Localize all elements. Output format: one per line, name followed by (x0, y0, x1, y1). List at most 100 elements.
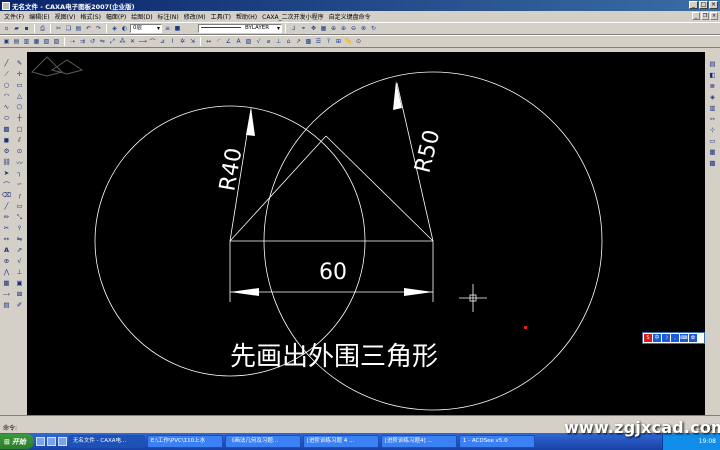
stretch-icon[interactable]: ⇲ (188, 37, 197, 46)
explode-icon[interactable]: ✲ (178, 37, 187, 46)
rect-select-icon[interactable]: ▢ (14, 124, 25, 134)
menu-caxa-dev[interactable]: CAXA_二次开发小程序 (262, 12, 324, 21)
clock[interactable]: 19:08 (699, 438, 716, 445)
break-tool-icon[interactable]: ⫯ (14, 223, 25, 233)
edit-tool-icon[interactable]: ✏ (1, 212, 12, 222)
task-acdsee[interactable]: 1 - ACDSee v5.0 (458, 435, 535, 448)
grid-icon[interactable]: ▦ (319, 24, 328, 33)
ortho-line-tool-icon[interactable]: ┐ (14, 168, 25, 178)
move-icon[interactable]: ⇢ (68, 37, 77, 46)
linestyle-icon[interactable]: ≣ (707, 81, 718, 91)
quicklaunch-ie-icon[interactable] (35, 437, 45, 446)
query-icon[interactable]: ? (324, 37, 333, 46)
erase-tool-icon[interactable]: ⌫ (1, 190, 12, 200)
menu-edit[interactable]: 编辑(E) (29, 12, 49, 21)
menu-draw[interactable]: 绘图(D) (131, 12, 152, 21)
layer-combo[interactable]: 0层 (130, 24, 162, 33)
paste-icon[interactable]: ▤ (74, 24, 83, 33)
symbol-tool-icon[interactable]: ⊕ (1, 256, 12, 266)
table-icon[interactable]: ▦ (32, 37, 41, 46)
ime-settings-icon[interactable]: ✿ (689, 334, 697, 342)
ime-moon-icon[interactable]: ☽ (662, 334, 670, 342)
query-tool-icon[interactable]: ▤ (1, 300, 12, 310)
block-icon[interactable]: ▩ (304, 37, 313, 46)
offset-tool-icon[interactable]: ⫽ (14, 135, 25, 145)
tolerance-icon[interactable]: ⌀ (264, 37, 273, 46)
text-style-icon[interactable]: ▥ (707, 103, 718, 113)
doc-restore-button[interactable]: ❐ (701, 12, 709, 20)
menu-file[interactable]: 文件(F) (4, 12, 24, 21)
quicklaunch-desktop-icon[interactable] (46, 437, 56, 446)
title-block-icon[interactable]: ▤ (12, 37, 21, 46)
rotate-icon[interactable]: ↺ (88, 37, 97, 46)
image-tool-icon[interactable]: ▣ (14, 278, 25, 288)
dim-tool-icon[interactable]: ↔ (1, 234, 12, 244)
chain-tool-icon[interactable]: ⛓ (1, 157, 12, 167)
menu-help[interactable]: 帮助(H) (236, 12, 257, 21)
parts-icon[interactable]: ▥ (22, 37, 31, 46)
sheet-icon[interactable]: ▭ (707, 136, 718, 146)
mirror-tool-icon[interactable]: ⇋ (14, 234, 25, 244)
dim-angle-icon[interactable]: ∠ (224, 37, 233, 46)
chamfer-tool-icon[interactable]: ╱ (1, 201, 12, 211)
spline-tool-icon[interactable]: ∿ (1, 102, 12, 112)
menu-page[interactable]: 幅面(P) (106, 12, 126, 21)
doc-close-button[interactable]: × (710, 12, 718, 20)
doc-minimize-button[interactable]: _ (692, 12, 700, 20)
property-icon[interactable]: ▤ (707, 59, 718, 69)
menu-format[interactable]: 格式(S) (80, 12, 101, 21)
frame-icon[interactable]: ▣ (2, 37, 11, 46)
pan-icon[interactable]: ✥ (309, 24, 318, 33)
task-exercise-4b[interactable]: [进阶训练习题4] ... (380, 435, 457, 448)
array-icon[interactable]: ⁂ (118, 37, 127, 46)
point-tool-icon[interactable]: ✛ (14, 69, 25, 79)
pencil-tool-icon[interactable]: ✐ (14, 300, 25, 310)
ime-chinese-icon[interactable]: 中 (653, 334, 661, 342)
color-icon[interactable]: ■ (173, 24, 182, 33)
menu-modify[interactable]: 修改(M) (184, 12, 206, 21)
weld-icon[interactable]: ⌂ (284, 37, 293, 46)
pen-tool-icon[interactable]: ✎ (14, 58, 25, 68)
polygon-tool-icon[interactable]: ⬠ (14, 102, 25, 112)
redraw-icon[interactable]: ↻ (369, 24, 378, 33)
cut-line-tool-icon[interactable]: ⤏ (1, 289, 12, 299)
trim-icon[interactable]: ✕ (128, 37, 137, 46)
grid-set-icon[interactable]: ▩ (707, 158, 718, 168)
zoom-dynamic-icon[interactable]: ⊙ (354, 37, 363, 46)
rect-tool-icon[interactable]: ▭ (14, 80, 25, 90)
wave-tool-icon[interactable]: 〰 (14, 157, 25, 167)
text-tool-icon[interactable]: A (1, 245, 12, 255)
close-button[interactable]: × (709, 1, 718, 9)
quicklaunch-media-icon[interactable] (57, 437, 67, 446)
trim-tool-icon[interactable]: ✂ (1, 223, 12, 233)
layer-manager-icon[interactable]: ◈ (110, 24, 119, 33)
task-geometry-book[interactable]: 《画法几何及习题... (224, 435, 301, 448)
save-icon[interactable]: ▪ (22, 24, 31, 33)
bezier-tool-icon[interactable]: ∽ (14, 179, 25, 189)
menu-dimension[interactable]: 标注(N) (158, 12, 179, 21)
menu-view[interactable]: 视图(V) (55, 12, 76, 21)
menu-tools[interactable]: 工具(T) (211, 12, 231, 21)
layer-state-icon[interactable]: ◐ (120, 24, 129, 33)
roughness-icon[interactable]: √ (254, 37, 263, 46)
leader-tool-icon[interactable]: ⇗ (14, 245, 25, 255)
break-icon[interactable]: ⌇ (168, 37, 177, 46)
dim-radius-icon[interactable]: ◜ (214, 37, 223, 46)
linetype-combo[interactable]: BYLAYER (198, 24, 282, 33)
leader-icon[interactable]: ↗ (294, 37, 303, 46)
task-caxa[interactable]: 无名文件 - CAXA电... (68, 435, 145, 448)
fill-tool-icon[interactable]: ◼ (1, 135, 12, 145)
zoom-out-icon[interactable]: ⊖ (349, 24, 358, 33)
copy-move-icon[interactable]: ⇉ (78, 37, 87, 46)
drawing-canvas[interactable]: R40 R50 60 先画出外围三角形 S 中 ☽ , ⌨ ✿ (27, 52, 705, 415)
circle-tool-icon[interactable]: ○ (1, 80, 12, 90)
scale-icon[interactable]: ⤢ (108, 37, 117, 46)
calc-icon[interactable]: ⊞ (334, 37, 343, 46)
copy-icon[interactable]: ❏ (64, 24, 73, 33)
mirror-icon[interactable]: ⇋ (98, 37, 107, 46)
zoom-all-icon[interactable]: ⊗ (359, 24, 368, 33)
stretch-tool-icon[interactable]: ⤡ (14, 212, 25, 222)
task-explorer[interactable]: E:\工作\PVC\110上水 (146, 435, 223, 448)
maximize-button[interactable]: □ (699, 1, 708, 9)
hatch-icon[interactable]: ▨ (244, 37, 253, 46)
